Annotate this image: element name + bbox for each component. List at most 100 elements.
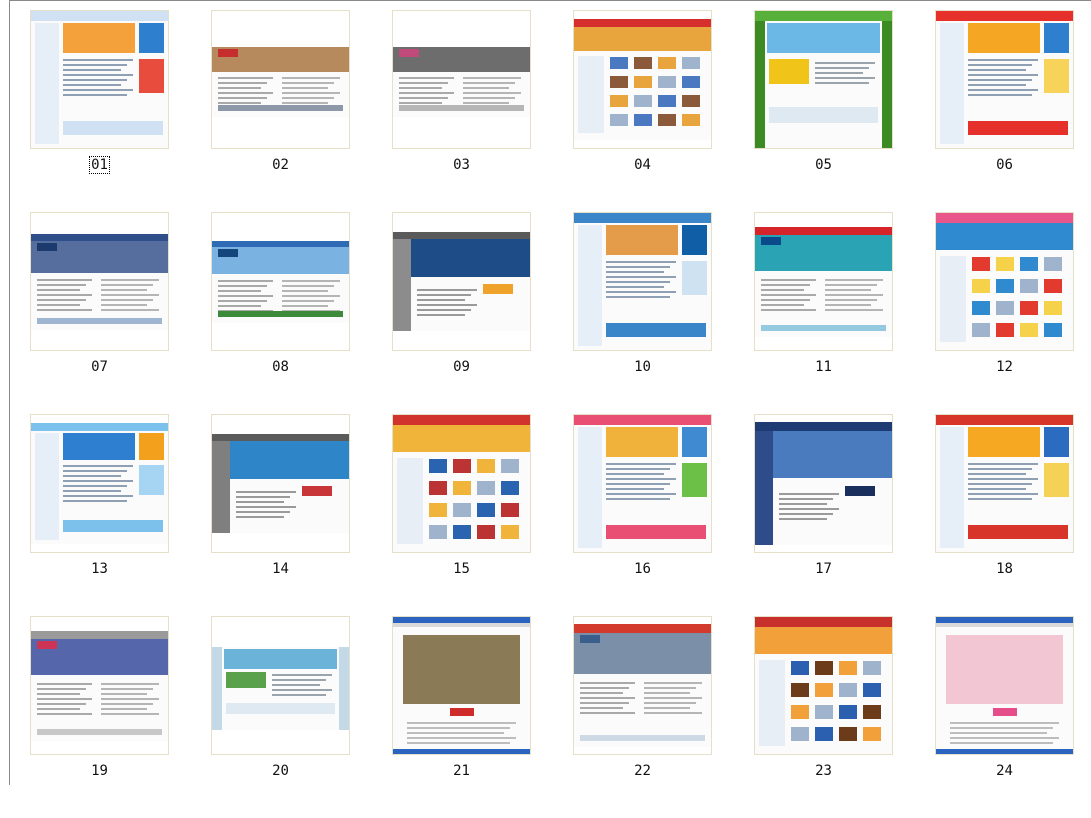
thumbnail-item[interactable]: 17 <box>744 414 925 616</box>
thumb-ad-box <box>139 23 164 53</box>
thumbnail-item[interactable]: 04 <box>563 10 744 212</box>
thumb-footer-strip <box>580 735 705 741</box>
thumbnail-label-text: 01 <box>89 156 110 174</box>
thumbnail-frame[interactable] <box>211 10 350 149</box>
thumbnail-frame[interactable] <box>30 616 169 755</box>
thumbnail-frame[interactable] <box>30 10 169 149</box>
thumbnail-item[interactable]: 19 <box>20 616 201 818</box>
thumbnail-frame[interactable] <box>211 414 350 553</box>
thumbnail-frame[interactable] <box>392 414 531 553</box>
thumbnail-label[interactable]: 03 <box>392 157 531 173</box>
thumbnail-item[interactable]: 14 <box>201 414 382 616</box>
thumb-product-image <box>1044 301 1062 315</box>
thumbnail-item[interactable]: 18 <box>925 414 1091 616</box>
thumbnail-frame[interactable] <box>935 414 1074 553</box>
thumbnail-label-text: 18 <box>996 561 1013 577</box>
thumb-banner <box>393 425 530 452</box>
thumbnail-label[interactable]: 20 <box>211 763 350 779</box>
thumbnail-label[interactable]: 09 <box>392 359 531 375</box>
thumbnail-item[interactable]: 12 <box>925 212 1091 414</box>
thumb-banner <box>63 23 135 53</box>
thumbnail-label[interactable]: 10 <box>573 359 712 375</box>
thumbnail-item[interactable]: 09 <box>382 212 563 414</box>
thumbnail-frame[interactable] <box>392 10 531 149</box>
thumbnail-frame[interactable] <box>935 10 1074 149</box>
thumbnail-item[interactable]: 24 <box>925 616 1091 818</box>
webpage-screenshot-image <box>755 422 892 545</box>
thumbnail-frame[interactable] <box>573 616 712 755</box>
thumb-footer-strip <box>37 318 162 324</box>
thumbnail-label-text: 07 <box>91 359 108 375</box>
thumbnail-label[interactable]: 18 <box>935 561 1074 577</box>
thumbnail-frame[interactable] <box>573 212 712 351</box>
thumbnail-label[interactable]: 13 <box>30 561 169 577</box>
thumbnail-frame[interactable] <box>754 10 893 149</box>
thumbnail-frame[interactable] <box>935 212 1074 351</box>
thumb-text-line <box>606 291 676 293</box>
thumb-text-line <box>950 732 1047 734</box>
thumbnail-item[interactable]: 02 <box>201 10 382 212</box>
thumbnail-frame[interactable] <box>30 414 169 553</box>
thumbnail-label[interactable]: 17 <box>754 561 893 577</box>
thumb-text-line <box>101 304 147 306</box>
thumbnail-item[interactable]: 03 <box>382 10 563 212</box>
thumbnail-label[interactable]: 16 <box>573 561 712 577</box>
thumbnail-item[interactable]: 20 <box>201 616 382 818</box>
thumbnail-label[interactable]: 07 <box>30 359 169 375</box>
thumbnail-label[interactable]: 08 <box>211 359 350 375</box>
thumbnail-label-text: 06 <box>996 157 1013 173</box>
thumbnail-label[interactable]: 12 <box>935 359 1074 375</box>
thumbnail-frame[interactable] <box>211 212 350 351</box>
thumbnail-frame[interactable] <box>935 616 1074 755</box>
thumbnail-item[interactable]: 08 <box>201 212 382 414</box>
thumbnail-item[interactable]: 01 <box>20 10 201 212</box>
thumbnail-item[interactable]: 11 <box>744 212 925 414</box>
thumb-banner <box>755 627 892 654</box>
thumbnail-item[interactable]: 07 <box>20 212 201 414</box>
thumb-product-image <box>477 459 495 473</box>
thumbnail-label[interactable]: 05 <box>754 157 893 173</box>
thumbnail-item[interactable]: 21 <box>382 616 563 818</box>
thumbnail-item[interactable]: 13 <box>20 414 201 616</box>
thumbnail-label[interactable]: 22 <box>573 763 712 779</box>
thumbnail-item[interactable]: 16 <box>563 414 744 616</box>
thumbnail-label[interactable]: 24 <box>935 763 1074 779</box>
thumbnail-label[interactable]: 01 <box>30 156 169 174</box>
thumbnail-item[interactable]: 06 <box>925 10 1091 212</box>
thumb-text-line <box>463 102 509 104</box>
thumb-text-line <box>101 294 159 296</box>
thumb-text-line <box>37 688 86 690</box>
thumb-text-line <box>463 82 515 84</box>
thumbnail-frame[interactable] <box>392 616 531 755</box>
thumbnail-frame[interactable] <box>754 414 893 553</box>
thumbnail-item[interactable]: 05 <box>744 10 925 212</box>
thumbnail-item[interactable]: 15 <box>382 414 563 616</box>
thumb-product-image <box>839 661 857 675</box>
thumbnail-label[interactable]: 15 <box>392 561 531 577</box>
thumbnail-frame[interactable] <box>392 212 531 351</box>
thumbnail-label[interactable]: 14 <box>211 561 350 577</box>
thumbnail-item[interactable]: 22 <box>563 616 744 818</box>
webpage-screenshot-image <box>936 617 1073 754</box>
thumbnail-label[interactable]: 19 <box>30 763 169 779</box>
thumbnail-label[interactable]: 06 <box>935 157 1074 173</box>
thumbnail-frame[interactable] <box>573 414 712 553</box>
thumb-text-line <box>63 500 127 502</box>
thumbnail-frame[interactable] <box>573 10 712 149</box>
thumbnail-item[interactable]: 23 <box>744 616 925 818</box>
thumbnail-item[interactable]: 10 <box>563 212 744 414</box>
thumbnail-frame[interactable] <box>30 212 169 351</box>
thumbnail-label[interactable]: 21 <box>392 763 531 779</box>
webpage-screenshot-image <box>574 19 711 140</box>
thumbnail-label[interactable]: 11 <box>754 359 893 375</box>
thumbnail-label[interactable]: 04 <box>573 157 712 173</box>
thumbnail-label-text: 16 <box>634 561 651 577</box>
thumbnail-frame[interactable] <box>211 616 350 755</box>
thumbnail-label[interactable]: 02 <box>211 157 350 173</box>
thumb-text-line <box>761 279 816 281</box>
thumb-page-header <box>755 227 892 235</box>
thumbnail-label[interactable]: 23 <box>754 763 893 779</box>
thumbnail-frame[interactable] <box>754 616 893 755</box>
thumbnail-frame[interactable] <box>754 212 893 351</box>
thumb-text-line <box>63 470 127 472</box>
